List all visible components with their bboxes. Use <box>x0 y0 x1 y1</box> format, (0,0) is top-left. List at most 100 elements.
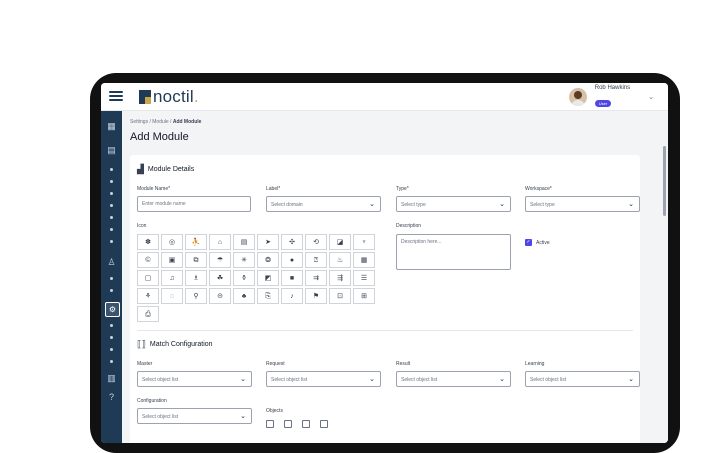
tablet-frame: noctil. Rob Hawkins User ⌄ ▦ ▤ ♙ ⚙ ▥ ? S… <box>90 73 680 453</box>
sidebar-item-dot[interactable] <box>110 168 113 171</box>
table-icon[interactable]: ▥ <box>106 373 117 384</box>
menu-icon[interactable] <box>109 89 123 103</box>
icon-option[interactable]: ⇶ <box>329 270 351 286</box>
sidebar-item-dot[interactable] <box>110 289 113 292</box>
icon-option[interactable]: ◩ <box>257 270 279 286</box>
sidebar-item-dot[interactable] <box>110 216 113 219</box>
icon-option[interactable]: ✳ <box>233 252 255 268</box>
chevron-down-icon: ⌄ <box>628 376 634 383</box>
icon-option[interactable]: ⇉ <box>305 270 327 286</box>
object-checkbox[interactable] <box>302 420 310 428</box>
user-menu[interactable]: Rob Hawkins User ⌄ <box>568 85 654 107</box>
icon-option[interactable]: ▢ <box>137 270 159 286</box>
result-select[interactable]: Select object list ⌄ <box>396 371 511 387</box>
icon-option[interactable]: ➤ <box>257 234 279 250</box>
avatar <box>568 88 587 106</box>
object-checkbox[interactable] <box>284 420 292 428</box>
icon-option[interactable]: ✣ <box>281 234 303 250</box>
scrollbar[interactable] <box>663 146 666 216</box>
document-icon[interactable]: ▤ <box>106 145 117 156</box>
icon-option[interactable]: ⌂ <box>209 234 231 250</box>
sidebar-item-dot[interactable] <box>110 240 113 243</box>
page-title: Add Module <box>130 131 189 143</box>
icon-option[interactable]: ⚘ <box>137 288 159 304</box>
active-checkbox[interactable]: ✓ Active <box>525 239 550 246</box>
icon-option[interactable]: ⚱ <box>233 270 255 286</box>
icon-option[interactable]: ⛹ <box>185 234 207 250</box>
label-select[interactable]: Select domain ⌄ <box>266 196 381 212</box>
building-icon: ▟ <box>137 164 144 174</box>
icon-option[interactable]: ♫ <box>161 270 183 286</box>
icon-option[interactable]: © <box>137 252 159 268</box>
icon-option[interactable]: ⍰ <box>305 252 327 268</box>
master-select[interactable]: Select object list ⌄ <box>137 371 252 387</box>
icon-option[interactable]: ☂ <box>209 252 231 268</box>
icon-option[interactable]: ⟲ <box>305 234 327 250</box>
module-name-label: Module Name* <box>137 186 171 192</box>
icon-option[interactable]: ◌ <box>161 288 183 304</box>
logo-text: noctil <box>153 87 194 106</box>
icon-option[interactable]: ✽ <box>137 234 159 250</box>
learning-select[interactable]: Select object list ⌄ <box>525 371 640 387</box>
sidebar-item-dot[interactable] <box>110 324 113 327</box>
icon-option[interactable]: ⊞ <box>353 288 375 304</box>
user-role-badge: User <box>594 100 612 107</box>
module-name-input[interactable] <box>137 196 251 212</box>
type-select[interactable]: Select type ⌄ <box>396 196 511 212</box>
form-card: ▟ Module Details Module Name* Label* Sel… <box>130 155 640 443</box>
result-label: Result <box>396 361 411 367</box>
user-icon[interactable]: ♙ <box>106 257 117 268</box>
icon-option[interactable]: ♣ <box>233 288 255 304</box>
icon-option[interactable]: ⊡ <box>329 288 351 304</box>
icon-option[interactable]: ▣ <box>161 252 183 268</box>
request-select[interactable]: Select object list ⌄ <box>266 371 381 387</box>
icon-option[interactable]: ♆ <box>353 234 375 250</box>
icon-option[interactable]: ◎ <box>161 234 183 250</box>
sidebar-item-dot[interactable] <box>110 277 113 280</box>
workspace-select[interactable]: Select type ⌄ <box>525 196 640 212</box>
icon-option[interactable]: ⊝ <box>209 288 231 304</box>
chevron-down-icon: ⌄ <box>240 413 246 420</box>
settings-icon[interactable]: ⚙ <box>105 302 120 317</box>
icon-option[interactable]: ◪ <box>329 234 351 250</box>
description-label: Description <box>396 223 422 229</box>
chevron-down-icon: ⌄ <box>240 376 246 383</box>
sidebar-item-dot[interactable] <box>110 360 113 363</box>
object-checkbox[interactable] <box>266 420 274 428</box>
match-config-header: ⟦⟧ Match Configuration <box>137 339 213 349</box>
icon-option[interactable]: ⚑ <box>305 288 327 304</box>
icon-option[interactable]: ● <box>281 252 303 268</box>
sidebar-item-dot[interactable] <box>110 336 113 339</box>
breadcrumb-settings[interactable]: Settings <box>130 119 148 125</box>
top-bar: noctil. Rob Hawkins User ⌄ <box>101 83 668 111</box>
sidebar-item-dot[interactable] <box>110 180 113 183</box>
breadcrumb-current: Add Module <box>172 119 202 125</box>
description-textarea[interactable]: Description here... <box>396 234 511 270</box>
help-icon[interactable]: ? <box>106 392 117 403</box>
icon-option[interactable]: ⎙ <box>137 306 159 322</box>
icon-option[interactable]: ■ <box>281 270 303 286</box>
icon-option[interactable]: ☘ <box>209 270 231 286</box>
sidebar-item-dot[interactable] <box>110 228 113 231</box>
dashboard-icon[interactable]: ▦ <box>106 121 117 132</box>
chevron-down-icon[interactable]: ⌄ <box>648 93 654 101</box>
icon-option[interactable]: ⧉ <box>185 252 207 268</box>
sidebar-item-dot[interactable] <box>110 348 113 351</box>
icon-option[interactable]: ▦ <box>353 252 375 268</box>
icon-option[interactable]: ♗ <box>185 270 207 286</box>
chevron-down-icon: ⌄ <box>628 201 634 208</box>
icon-option[interactable]: ⚲ <box>185 288 207 304</box>
icon-option[interactable]: ⎘ <box>257 288 279 304</box>
object-checkbox[interactable] <box>320 420 328 428</box>
sidebar-item-dot[interactable] <box>110 192 113 195</box>
configuration-label: Configuration <box>137 398 167 404</box>
icon-option[interactable]: ♪ <box>281 288 303 304</box>
icon-option[interactable]: ❂ <box>257 252 279 268</box>
icon-option[interactable]: ☰ <box>353 270 375 286</box>
icon-option[interactable]: ♨ <box>329 252 351 268</box>
icon-option[interactable]: ▤ <box>233 234 255 250</box>
breadcrumb-module[interactable]: Module <box>152 119 168 125</box>
app-logo[interactable]: noctil. <box>139 87 199 106</box>
sidebar-item-dot[interactable] <box>110 204 113 207</box>
configuration-select[interactable]: Select object list ⌄ <box>137 408 252 424</box>
